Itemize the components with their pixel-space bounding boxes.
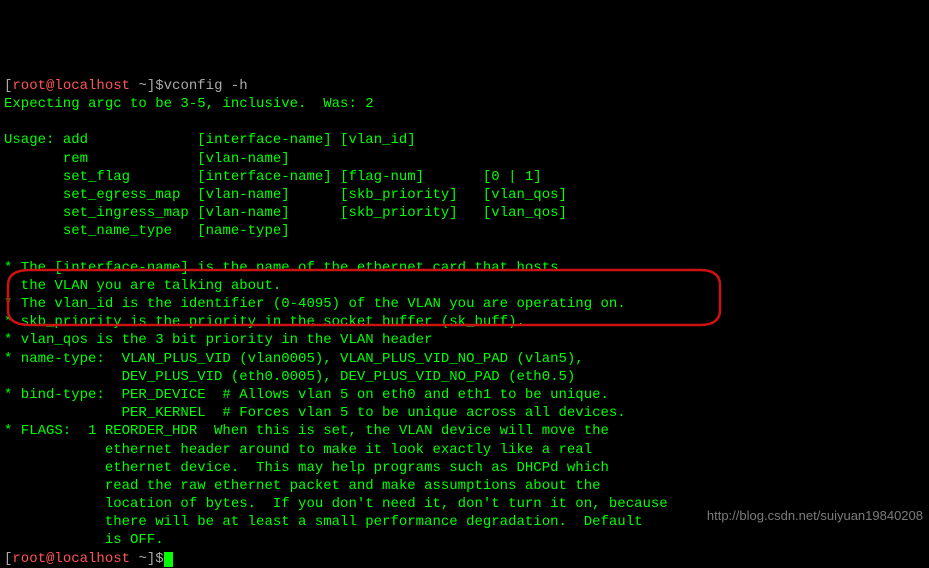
note-bind-l2: PER_KERNEL # Forces vlan 5 to be unique …	[4, 405, 626, 421]
watermark-text: http://blog.csdn.net/suiyuan19840208	[707, 508, 923, 525]
note-vlanid: * The vlan_id is the identifier (0-4095)…	[4, 296, 626, 312]
note-bind-l1: * bind-type: PER_DEVICE # Allows vlan 5 …	[4, 387, 609, 403]
usage-args-setflag: [interface-name] [flag-num] [0 | 1]	[197, 169, 541, 185]
usage-args-rem: [vlan-name]	[197, 151, 289, 167]
note-flags-l4: read the raw ethernet packet and make as…	[4, 478, 601, 494]
prompt-path: ~	[138, 78, 146, 94]
error-line: Expecting argc to be 3-5, inclusive. Was…	[4, 96, 374, 112]
note-flags-l7: is OFF.	[4, 532, 164, 548]
usage-cmd-setflag: set_flag	[63, 169, 130, 185]
terminal-output: [root@localhost ~]$vconfig -h Expecting …	[4, 78, 668, 567]
usage-cmd-rem: rem	[63, 151, 88, 167]
usage-args-egress: [vlan-name] [skb_priority] [vlan_qos]	[197, 187, 567, 203]
note-flags-l6: there will be at least a small performan…	[4, 514, 643, 530]
prompt-open-2: [	[4, 551, 12, 567]
prompt-user-host: root@localhost	[12, 78, 130, 94]
note-skb: * skb_priority is the priority in the so…	[4, 314, 525, 330]
note-vlanqos: * vlan_qos is the 3 bit priority in the …	[4, 332, 432, 348]
prompt-close: ]$	[147, 78, 164, 94]
note-flags-l5: location of bytes. If you don't need it,…	[4, 496, 668, 512]
prompt-close-2: ]$	[147, 551, 164, 567]
usage-cmd-nametype: set_name_type	[63, 223, 172, 239]
usage-args-ingress: [vlan-name] [skb_priority] [vlan_qos]	[197, 205, 567, 221]
usage-cmd-ingress: set_ingress_map	[63, 205, 189, 221]
command-text: vconfig -h	[164, 78, 248, 94]
note-nametype-l1: * name-type: VLAN_PLUS_VID (vlan0005), V…	[4, 351, 584, 367]
prompt-path-2: ~	[138, 551, 146, 567]
note-iface-l2: the VLAN you are talking about.	[4, 278, 281, 294]
note-iface-l1: * The [interface-name] is the name of th…	[4, 260, 559, 276]
usage-cmd-add: add	[63, 132, 88, 148]
note-nametype-l2: DEV_PLUS_VID (eth0.0005), DEV_PLUS_VID_N…	[4, 369, 575, 385]
usage-args-nametype: [name-type]	[197, 223, 289, 239]
usage-label: Usage:	[4, 132, 54, 148]
note-flags-l1: * FLAGS: 1 REORDER_HDR When this is set,…	[4, 423, 609, 439]
note-flags-l2: ethernet header around to make it look e…	[4, 442, 592, 458]
usage-args-add: [interface-name] [vlan_id]	[197, 132, 415, 148]
usage-cmd-egress: set_egress_map	[63, 187, 181, 203]
prompt-user-host-2: root@localhost	[12, 551, 130, 567]
note-flags-l3: ethernet device. This may help programs …	[4, 460, 609, 476]
cursor-block[interactable]	[164, 552, 173, 567]
